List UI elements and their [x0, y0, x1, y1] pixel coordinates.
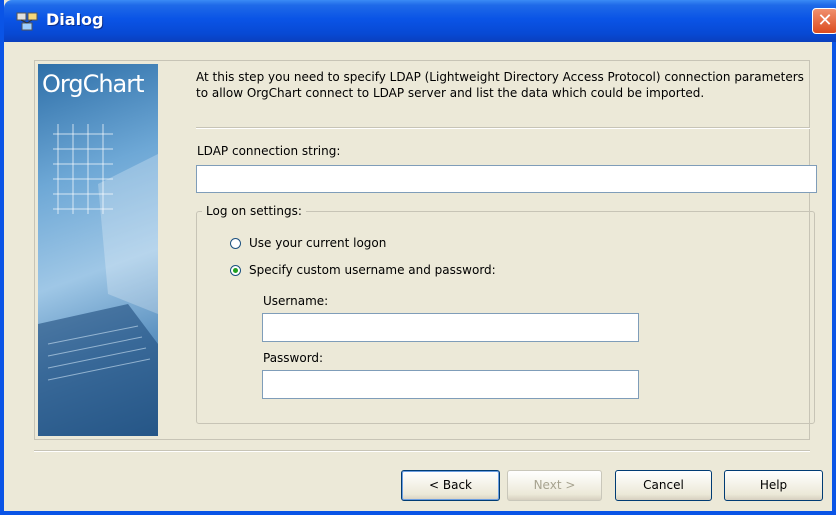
window-title: Dialog [46, 10, 104, 29]
title-bar[interactable]: Dialog ✕ [4, 0, 836, 42]
cancel-button[interactable]: Cancel [615, 470, 712, 501]
ldap-connection-label: LDAP connection string: [197, 144, 341, 158]
radio-custom-credentials[interactable]: Specify custom username and password: [230, 263, 496, 277]
ldap-connection-input[interactable] [196, 165, 817, 193]
radio-label-custom-credentials: Specify custom username and password: [249, 263, 496, 277]
logon-settings-legend: Log on settings: [202, 204, 306, 218]
app-icon [16, 12, 38, 31]
radio-label-current-logon: Use your current logon [249, 236, 387, 250]
wizard-banner-image: OrgChart [38, 64, 158, 436]
password-input[interactable] [262, 370, 639, 399]
close-icon: ✕ [817, 10, 833, 31]
help-button[interactable]: Help [724, 470, 823, 501]
separator-bottom [34, 450, 810, 452]
banner-graphic [38, 124, 158, 436]
radio-button-custom-credentials[interactable] [230, 264, 241, 276]
next-button[interactable]: Next > [507, 470, 602, 501]
radio-button-current-logon[interactable] [230, 237, 241, 249]
username-label: Username: [263, 294, 329, 308]
banner-logo: OrgChart [42, 70, 145, 98]
password-label: Password: [263, 351, 324, 365]
radio-current-logon[interactable]: Use your current logon [230, 236, 386, 250]
separator-top [196, 127, 810, 129]
step-description: At this step you need to specify LDAP (L… [196, 70, 804, 100]
close-button[interactable]: ✕ [812, 8, 836, 34]
username-input[interactable] [262, 313, 639, 342]
back-button[interactable]: < Back [401, 470, 500, 501]
